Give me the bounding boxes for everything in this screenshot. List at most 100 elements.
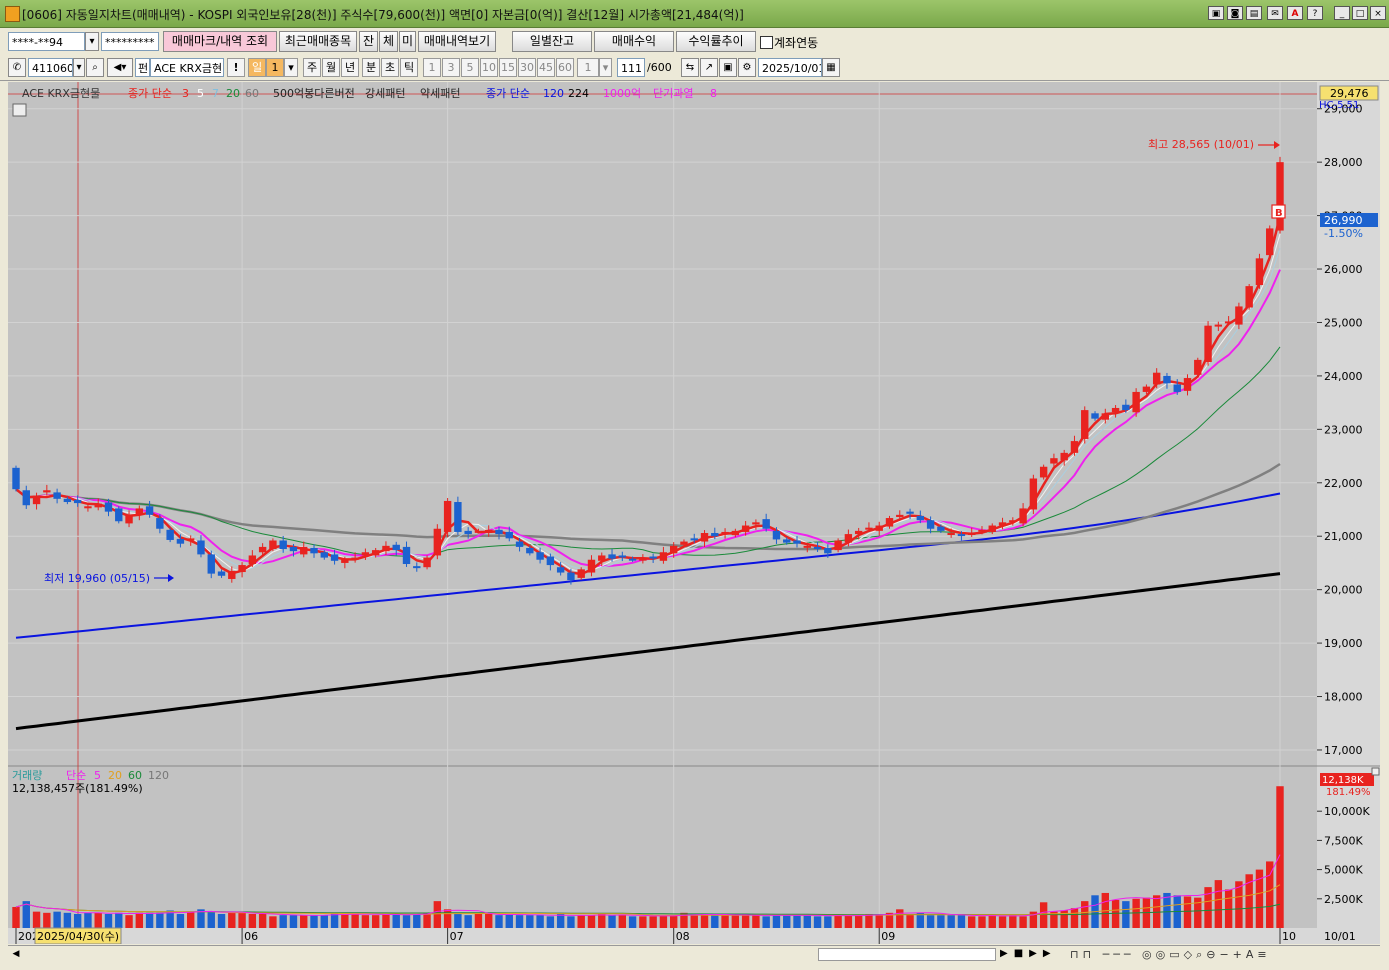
count-dropdown-icon[interactable]: ▾ bbox=[599, 58, 612, 77]
minute-1-button[interactable]: 1 bbox=[423, 58, 441, 77]
minute-3-button[interactable]: 3 bbox=[442, 58, 460, 77]
executed-button[interactable]: 체 bbox=[379, 31, 398, 52]
volume-panel-close-icon[interactable] bbox=[1371, 767, 1380, 776]
legend-ma20: 20 bbox=[226, 87, 240, 100]
code-dropdown-icon[interactable]: ▾ bbox=[73, 58, 85, 77]
chart-area[interactable]: 29,00028,00027,00026,00025,00024,00023,0… bbox=[8, 82, 1380, 944]
info-button[interactable]: ! bbox=[227, 58, 245, 77]
candle-body bbox=[330, 554, 339, 561]
volume-tick-label: 5,000K bbox=[1324, 864, 1363, 877]
window-font-button[interactable]: A bbox=[1287, 6, 1303, 20]
period-day-button[interactable]: 일 bbox=[248, 58, 266, 77]
trade-profit-button[interactable]: 매매수익 bbox=[594, 31, 674, 52]
playback-controls[interactable]: ▶■▶▶ bbox=[1000, 948, 1057, 959]
horizontal-scrollbar[interactable]: ◀ ▶■▶▶ ⊓⊓ ─── ◎◎▭◇⌕⊖−+A≡ bbox=[8, 945, 1380, 964]
candle-body bbox=[495, 529, 503, 535]
unfilled-button[interactable]: 미 bbox=[399, 31, 416, 52]
minute-5-button[interactable]: 5 bbox=[461, 58, 479, 77]
window-tool-1-button[interactable]: ▣ bbox=[1208, 6, 1224, 20]
minute-30-button[interactable]: 30 bbox=[518, 58, 536, 77]
candle-body bbox=[310, 547, 318, 554]
settings-gear-icon[interactable]: ⚙ bbox=[738, 58, 756, 77]
count-field[interactable]: 1 bbox=[577, 58, 599, 77]
minute-45-button[interactable]: 45 bbox=[537, 58, 555, 77]
period-minute-button[interactable]: 분 bbox=[362, 58, 380, 77]
volume-bar bbox=[567, 916, 575, 928]
candle-body bbox=[978, 529, 986, 532]
volume-legend-20: 20 bbox=[108, 769, 122, 782]
trade-history-button[interactable]: 매매내역보기 bbox=[418, 31, 496, 52]
speaker-icon[interactable]: ◀▾ bbox=[107, 58, 133, 77]
trade-arrows-icon[interactable]: ⇆ bbox=[681, 58, 699, 77]
period-year-button[interactable]: 년 bbox=[341, 58, 359, 77]
candle-body bbox=[998, 522, 1007, 526]
window-minimize-button[interactable]: _ bbox=[1334, 6, 1350, 20]
period-dropdown-icon[interactable]: ▾ bbox=[284, 58, 298, 77]
account-field[interactable]: ****-**94 bbox=[8, 32, 85, 51]
minute-60-button[interactable]: 60 bbox=[556, 58, 574, 77]
volume-bar bbox=[269, 916, 277, 928]
candle-body bbox=[690, 538, 698, 541]
window-maximize-button[interactable]: □ bbox=[1352, 6, 1368, 20]
volume-bar bbox=[896, 909, 904, 928]
volume-tick-label: 7,500K bbox=[1324, 834, 1363, 847]
candle-body bbox=[104, 502, 113, 512]
candle-body bbox=[731, 530, 740, 536]
candle-body bbox=[464, 530, 472, 535]
candle-body bbox=[854, 530, 863, 535]
scroll-thumb[interactable] bbox=[818, 948, 996, 961]
chart-settings-icon[interactable] bbox=[12, 103, 27, 117]
trade-mark-query-button[interactable]: 매매마크/내역 조회 bbox=[163, 31, 277, 52]
volume-bar bbox=[217, 913, 226, 928]
toolbar-account: ****-**94 ▾ ********* 매매마크/내역 조회 최근매매종목 … bbox=[0, 29, 1389, 54]
return-trend-button[interactable]: 수익률추이 bbox=[676, 31, 756, 52]
candle-body bbox=[43, 490, 51, 493]
balance-button[interactable]: 잔 bbox=[359, 31, 378, 52]
window-tool-3-button[interactable]: ▤ bbox=[1246, 6, 1262, 20]
minute-15-button[interactable]: 15 bbox=[499, 58, 517, 77]
account-dropdown-icon[interactable]: ▾ bbox=[85, 32, 99, 51]
password-field[interactable]: ********* bbox=[101, 32, 159, 51]
volume-bar bbox=[1122, 901, 1130, 928]
scroll-left-icon[interactable]: ◀ bbox=[10, 948, 22, 961]
candle-body bbox=[32, 495, 41, 505]
phone-icon[interactable]: ✆ bbox=[8, 58, 26, 77]
window-mail-button[interactable]: ✉ bbox=[1267, 6, 1283, 20]
minute-10-button[interactable]: 10 bbox=[480, 58, 498, 77]
calendar-icon[interactable]: ▦ bbox=[822, 58, 840, 77]
volume-bar bbox=[772, 915, 781, 928]
price-volume-chart[interactable]: 29,00028,00027,00026,00025,00024,00023,0… bbox=[8, 82, 1380, 944]
period-day-count[interactable]: 1 bbox=[266, 58, 284, 77]
volume-bar bbox=[289, 915, 298, 928]
volume-bar bbox=[186, 911, 195, 928]
period-week-button[interactable]: 주 bbox=[303, 58, 321, 77]
volume-bar bbox=[310, 915, 318, 928]
date-field[interactable]: 2025/10/01 bbox=[758, 58, 822, 77]
volume-bar bbox=[248, 913, 257, 928]
bars-field[interactable]: 111 bbox=[617, 58, 645, 77]
price-tick-label: 18,000 bbox=[1324, 691, 1363, 704]
volume-bar bbox=[711, 915, 719, 928]
daily-balance-button[interactable]: 일별잔고 bbox=[512, 31, 592, 52]
window-help-button[interactable]: ? bbox=[1307, 6, 1323, 20]
candle-body bbox=[556, 567, 565, 573]
trend-icon[interactable]: ↗ bbox=[700, 58, 718, 77]
window-close-button[interactable]: × bbox=[1370, 6, 1386, 20]
volume-bar bbox=[526, 915, 534, 928]
candle-body bbox=[1039, 466, 1048, 478]
zoom-controls[interactable]: ⊓⊓ ─── ◎◎▭◇⌕⊖−+A≡ bbox=[1070, 948, 1271, 962]
period-tick-button[interactable]: 틱 bbox=[400, 58, 418, 77]
search-icon[interactable]: ⌕ bbox=[86, 58, 104, 77]
stock-code-field[interactable]: 411060 bbox=[28, 58, 73, 77]
recent-trades-button[interactable]: 최근매매종목 bbox=[279, 31, 357, 52]
window-tool-2-button[interactable]: ◙ bbox=[1227, 6, 1243, 20]
save-icon[interactable]: ▣ bbox=[719, 58, 737, 77]
volume-bar bbox=[413, 913, 421, 928]
candle-body bbox=[320, 552, 328, 558]
account-link-checkbox[interactable] bbox=[760, 36, 773, 49]
period-second-button[interactable]: 초 bbox=[381, 58, 399, 77]
volume-bar bbox=[628, 916, 637, 928]
volume-bar bbox=[741, 915, 750, 928]
candle-body bbox=[803, 545, 811, 548]
period-month-button[interactable]: 월 bbox=[322, 58, 340, 77]
